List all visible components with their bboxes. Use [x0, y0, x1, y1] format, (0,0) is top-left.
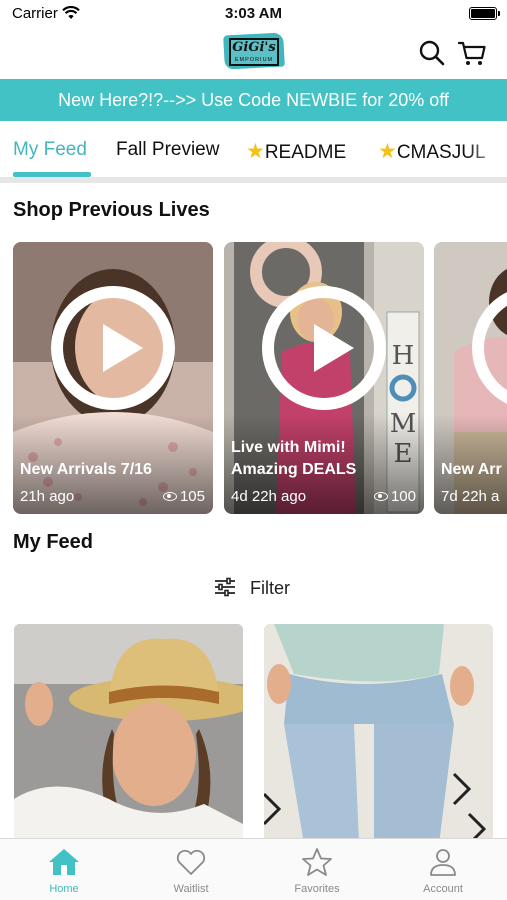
logo-subtext: EMPORIUM	[234, 57, 274, 63]
eye-icon	[162, 491, 177, 501]
nav-account-label: Account	[423, 883, 463, 895]
brand-logo[interactable]: GiGi's EMPORIUM	[223, 32, 285, 72]
live-time: 21h ago	[20, 488, 75, 505]
nav-favorites[interactable]: Favorites	[267, 847, 367, 895]
section-title-my-feed: My Feed	[13, 531, 94, 553]
section-title-previous-lives: Shop Previous Lives	[13, 199, 210, 221]
live-views: 100	[373, 488, 416, 505]
heart-icon	[176, 849, 206, 875]
feed-tabs: My Feed Fall Preview ★README ★CMASJUL	[0, 121, 507, 177]
nav-account[interactable]: Account	[393, 847, 493, 895]
status-bar: Carrier 3:03 AM	[0, 0, 507, 28]
play-icon[interactable]	[262, 286, 386, 410]
star-icon	[302, 848, 332, 876]
feed-thumbnail	[14, 624, 243, 844]
tab-readme[interactable]: ★README	[246, 139, 346, 164]
live-card[interactable]: New Arrivals 7/16 21h ago 105	[13, 242, 213, 514]
cart-icon[interactable]	[457, 38, 487, 68]
live-title: New Arr	[441, 461, 502, 478]
app-header: GiGi's EMPORIUM	[0, 28, 507, 79]
battery-icon	[469, 7, 500, 20]
feed-card[interactable]	[264, 624, 493, 844]
live-title-line-2: Amazing DEALS	[231, 461, 357, 478]
previous-lives-carousel[interactable]: New Arrivals 7/16 21h ago 105 H M E Live…	[0, 242, 507, 514]
live-views: 105	[162, 488, 205, 505]
nav-waitlist[interactable]: Waitlist	[141, 847, 241, 895]
filter-label: Filter	[250, 578, 290, 598]
feed-card[interactable]	[14, 624, 243, 844]
nav-favorites-label: Favorites	[294, 883, 340, 895]
tab-readme-label: README	[264, 142, 347, 163]
tab-fall-preview[interactable]: Fall Preview	[116, 139, 219, 161]
play-icon[interactable]	[51, 286, 175, 410]
feed-thumbnail	[264, 624, 493, 844]
nav-home[interactable]: Home	[14, 847, 114, 895]
live-view-count: 100	[390, 488, 416, 505]
tab-my-feed[interactable]: My Feed	[13, 139, 87, 161]
search-icon[interactable]	[417, 38, 447, 68]
promo-banner[interactable]: New Here?!?-->> Use Code NEWBIE for 20% …	[0, 79, 507, 121]
bottom-nav: Home Waitlist Favorites Account	[0, 838, 507, 900]
live-card[interactable]: H M E Live with Mimi! Amazing DEALS 4d 2…	[224, 242, 424, 514]
logo-text: GiGi's	[232, 40, 276, 55]
sliders-icon	[215, 577, 235, 597]
nav-home-label: Home	[49, 883, 79, 895]
star-icon: ★	[246, 140, 265, 163]
divider	[0, 177, 507, 183]
star-icon: ★	[378, 140, 397, 163]
clock: 3:03 AM	[225, 5, 282, 22]
svg-text:H: H	[392, 341, 415, 371]
live-card[interactable]: New Arr 7d 22h a	[434, 242, 507, 514]
home-icon	[49, 849, 79, 875]
account-icon	[430, 849, 456, 876]
live-view-count: 105	[179, 488, 205, 505]
live-title: New Arrivals 7/16	[20, 461, 152, 478]
live-time: 7d 22h a	[441, 488, 500, 505]
nav-waitlist-label: Waitlist	[173, 883, 209, 895]
live-time: 4d 22h ago	[231, 488, 307, 505]
eye-icon	[373, 491, 388, 501]
live-title-line-1: Live with Mimi!	[231, 439, 346, 456]
